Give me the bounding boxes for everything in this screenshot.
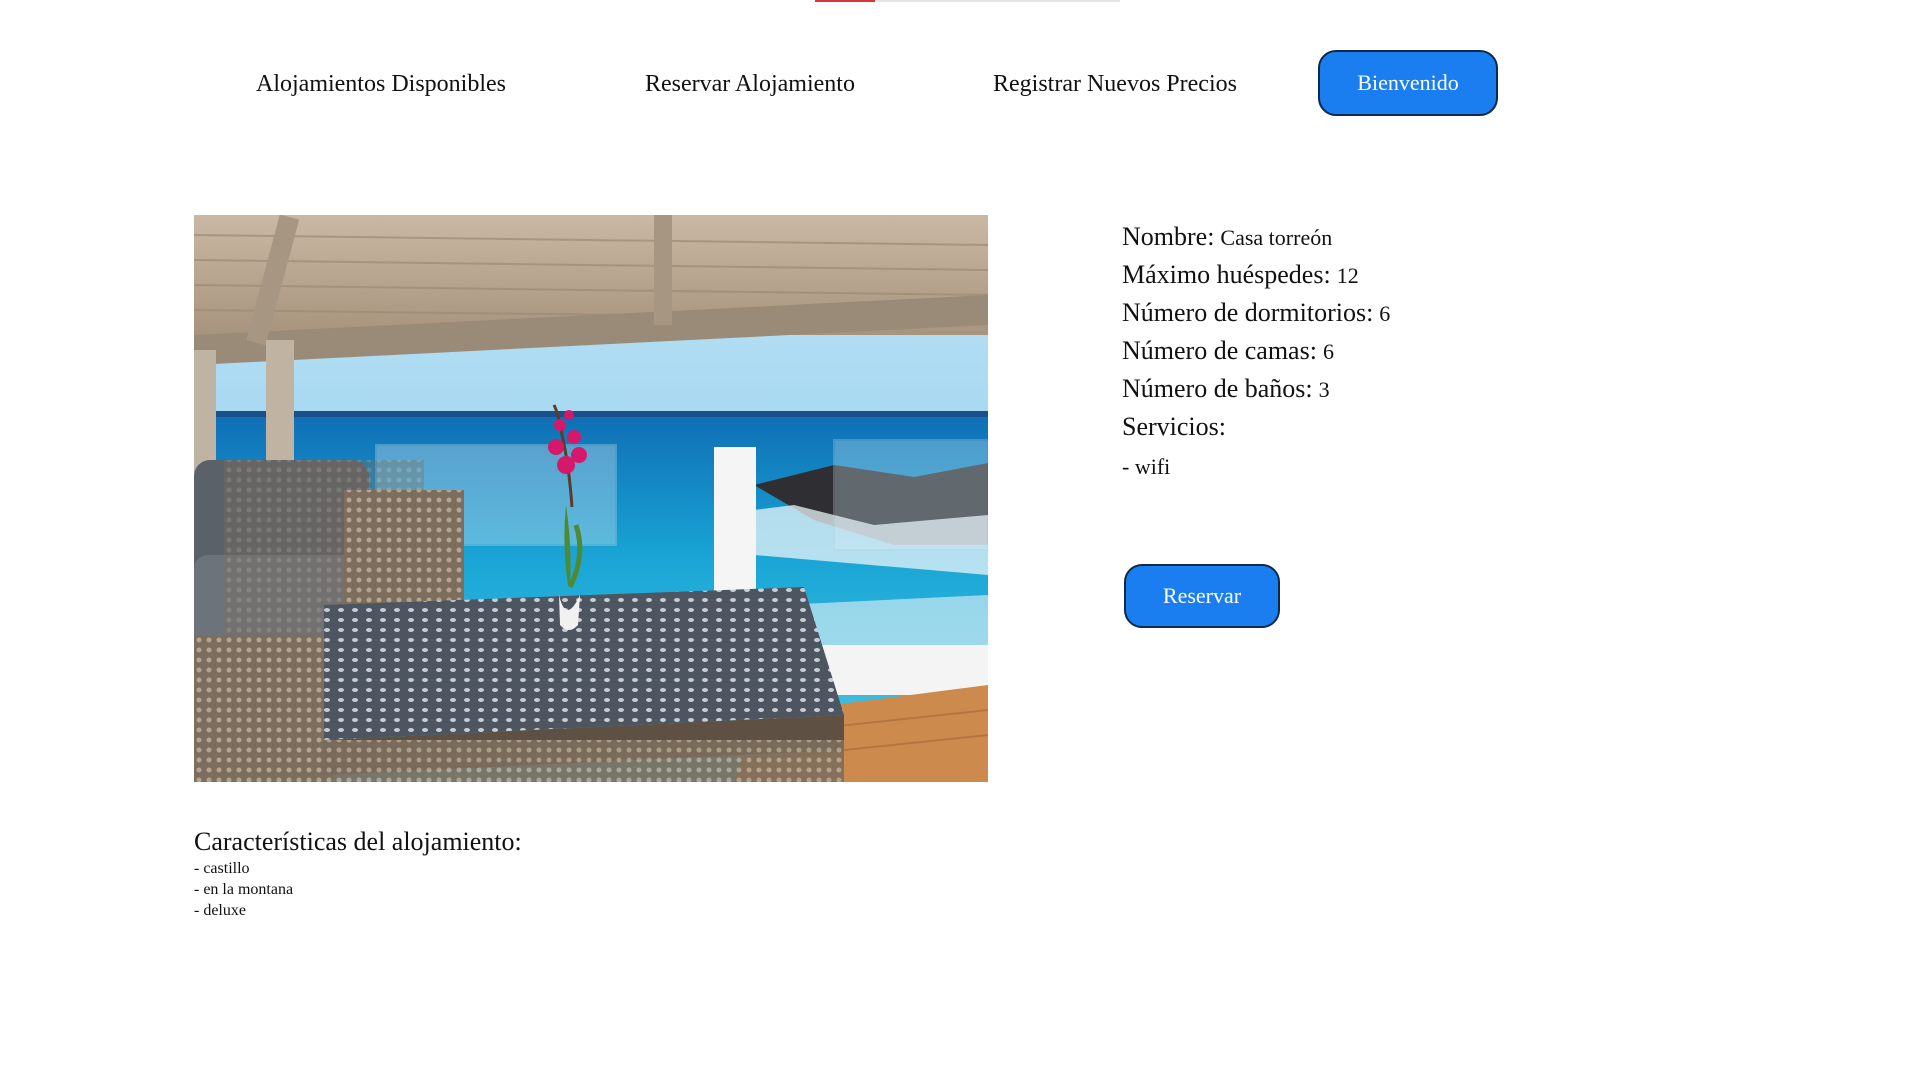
- detail-row-beds: Número de camas: 6: [1122, 332, 1390, 370]
- detail-label: Número de camas:: [1122, 336, 1317, 365]
- feature-item: - en la montana: [194, 881, 294, 898]
- detail-row-max-guests: Máximo huéspedes: 12: [1122, 256, 1390, 294]
- detail-value: 6: [1379, 301, 1391, 326]
- service-item: - wifi: [1122, 454, 1171, 479]
- features-title: Características del alojamiento:: [194, 827, 522, 856]
- welcome-button[interactable]: Bienvenido: [1318, 50, 1498, 116]
- nav-link-register-prices[interactable]: Registrar Nuevos Precios: [993, 64, 1237, 104]
- nav-link-available-lodgings[interactable]: Alojamientos Disponibles: [256, 64, 506, 104]
- detail-value: 12: [1336, 263, 1359, 288]
- detail-label: Nombre:: [1122, 222, 1215, 251]
- page: Alojamientos Disponibles Reservar Alojam…: [0, 0, 1920, 1080]
- lodging-features: Características del alojamiento: - casti…: [194, 826, 522, 921]
- feature-item: - castillo: [194, 860, 250, 877]
- services-heading: Servicios:: [1122, 412, 1226, 441]
- terrace-sea-view-image: [194, 215, 988, 782]
- detail-label: Máximo huéspedes:: [1122, 260, 1331, 289]
- detail-label: Número de baños:: [1122, 374, 1313, 403]
- top-progress-strip: [815, 0, 1120, 2]
- detail-value: 6: [1322, 339, 1334, 364]
- nav-link-book-lodging[interactable]: Reservar Alojamiento: [645, 64, 855, 104]
- detail-row-bedrooms: Número de dormitorios: 6: [1122, 294, 1390, 332]
- top-progress-accent: [815, 0, 875, 2]
- detail-value: 3: [1318, 377, 1330, 402]
- detail-value: Casa torreón: [1220, 225, 1333, 250]
- reserve-button[interactable]: Reservar: [1124, 564, 1280, 628]
- lodging-details: Nombre: Casa torreón Máximo huéspedes: 12 …: [1122, 218, 1390, 486]
- lodging-photo: [194, 215, 988, 782]
- detail-row-bathrooms: Número de baños: 3: [1122, 370, 1390, 408]
- main-nav: Alojamientos Disponibles Reservar Alojam…: [0, 50, 1920, 118]
- detail-label: Número de dormitorios:: [1122, 298, 1374, 327]
- detail-row-name: Nombre: Casa torreón: [1122, 218, 1390, 256]
- feature-item: - deluxe: [194, 902, 246, 919]
